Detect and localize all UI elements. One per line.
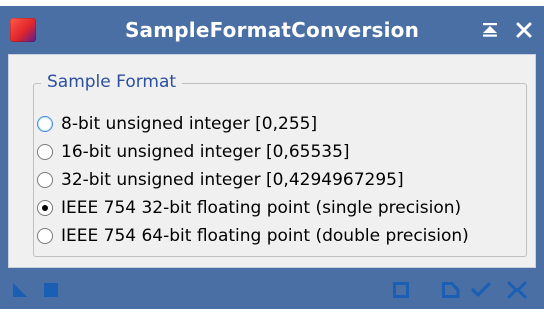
radio-option-16bit[interactable]: 16-bit unsigned integer [0,65535] <box>37 141 350 163</box>
page-bottom-strip <box>0 309 544 316</box>
radio-button[interactable] <box>37 228 53 244</box>
bottom-toolbar <box>0 268 544 309</box>
radio-button[interactable] <box>37 116 53 132</box>
radio-label: IEEE 754 64-bit floating point (double p… <box>61 226 469 246</box>
dialog-client-area: Sample Format 8-bit unsigned integer [0,… <box>8 54 536 268</box>
close-icon[interactable] <box>514 20 534 40</box>
apply-global-square-icon[interactable] <box>40 280 62 300</box>
radio-button-selected[interactable] <box>37 200 53 216</box>
radio-button[interactable] <box>37 172 53 188</box>
radio-label: 8-bit unsigned integer [0,255] <box>61 114 318 134</box>
preview-square-icon[interactable] <box>390 280 412 300</box>
radio-button[interactable] <box>37 144 53 160</box>
group-title: Sample Format <box>41 72 183 92</box>
window-title: SampleFormatConversion <box>124 18 420 42</box>
radio-option-float32[interactable]: IEEE 754 32-bit floating point (single p… <box>37 197 461 219</box>
radio-label: IEEE 754 32-bit floating point (single p… <box>61 198 462 218</box>
ok-check-icon[interactable] <box>470 280 492 300</box>
new-instance-triangle-icon[interactable] <box>10 280 32 300</box>
reset-icon[interactable] <box>440 280 462 300</box>
radio-dot <box>42 205 48 211</box>
tools-icon[interactable] <box>506 280 528 300</box>
titlebar[interactable]: SampleFormatConversion <box>0 6 544 54</box>
radio-option-float64[interactable]: IEEE 754 64-bit floating point (double p… <box>37 225 469 247</box>
shade-collapse-icon[interactable] <box>480 20 500 40</box>
dialog-window: SampleFormatConversion Sample Format 8-b… <box>0 6 544 309</box>
radio-option-8bit[interactable]: 8-bit unsigned integer [0,255] <box>37 113 317 135</box>
radio-label: 32-bit unsigned integer [0,4294967295] <box>61 170 404 190</box>
radio-label: 16-bit unsigned integer [0,65535] <box>61 142 350 162</box>
radio-option-32bit[interactable]: 32-bit unsigned integer [0,4294967295] <box>37 169 404 191</box>
